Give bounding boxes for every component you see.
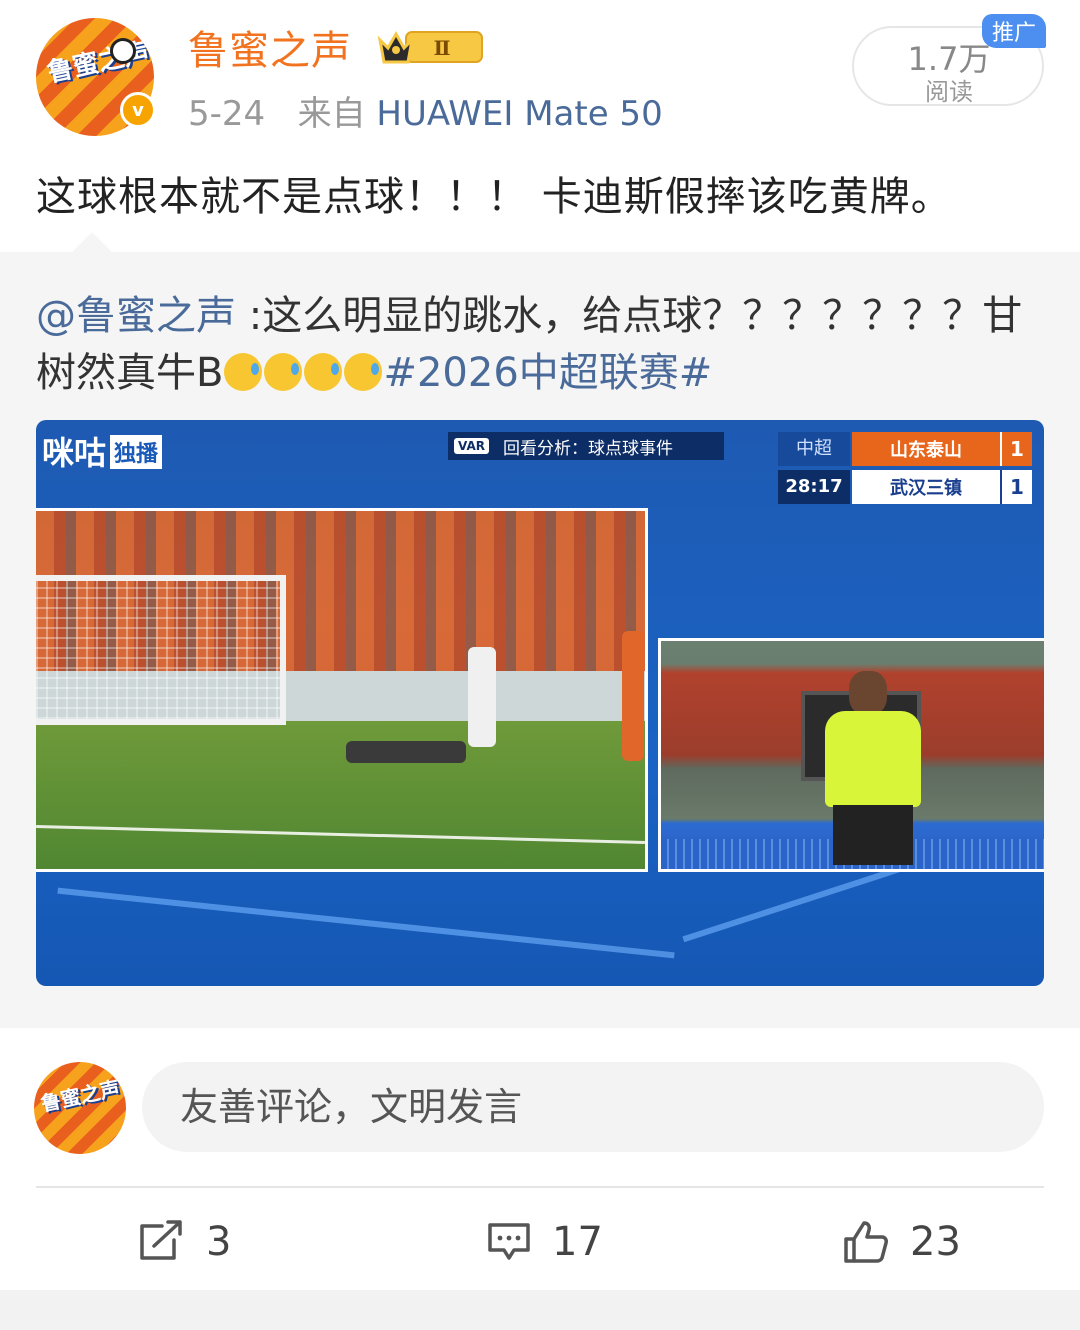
match-clock: 28:17	[778, 470, 850, 504]
like-button[interactable]: 23	[842, 1214, 961, 1270]
post-text: 这球根本就不是点球！！！ 卡迪斯假摔该吃黄牌。	[36, 174, 952, 220]
away-team-row: 武汉三镇 1	[852, 470, 1032, 504]
home-team-name: 山东泰山	[852, 432, 1000, 466]
repost-mention[interactable]: @鲁蜜之声	[36, 293, 236, 339]
player-white	[468, 647, 496, 747]
post-date: 5-24	[188, 94, 266, 134]
like-count: 23	[910, 1219, 961, 1265]
reposted-content[interactable]: @鲁蜜之声 :这么明显的跳水，给点球？？？？？？？甘树然真牛B #2026中超联赛…	[0, 232, 1080, 1028]
player-goalkeeper	[346, 741, 466, 763]
video-thumbnail[interactable]: 咪咕 独播 VAR 回看分析：球点球事件 中超 28:17 山东泰山 1 武汉三镇…	[36, 420, 1044, 986]
football-icon	[110, 38, 136, 64]
var-text: 回看分析：球点球事件	[503, 438, 673, 459]
comment-count: 17	[552, 1219, 603, 1265]
home-team-row: 山东泰山 1	[852, 432, 1032, 466]
divider	[36, 1186, 1044, 1188]
away-score: 1	[1000, 470, 1032, 504]
read-label: 阅读	[925, 78, 973, 106]
sweat-smile-emoji-icon	[264, 353, 303, 391]
brand-tag: 独播	[110, 435, 163, 469]
repost-button[interactable]: 3	[136, 1214, 231, 1270]
var-banner: VAR 回看分析：球点球事件	[448, 432, 724, 460]
repost-hashtag[interactable]: #2026中超联赛#	[383, 350, 712, 396]
my-avatar[interactable]: 鲁蜜之声	[34, 1062, 126, 1154]
repost-text: @鲁蜜之声 :这么明显的跳水，给点球？？？？？？？甘树然真牛B #2026中超联赛…	[36, 288, 1046, 402]
decor-swoosh	[57, 887, 675, 959]
weibo-post-card: 鲁蜜之声 v 鲁蜜之声 Ⅱ 5-24 来自 HUAWEI Mate 50 1.7…	[0, 0, 1080, 1290]
comment-input[interactable]	[142, 1062, 1044, 1152]
goal-net	[36, 575, 286, 725]
sweat-smile-emoji-icon	[344, 353, 383, 391]
repost-count: 3	[206, 1219, 232, 1265]
player-orange	[622, 631, 644, 761]
repost-notch	[72, 232, 112, 272]
sweat-smile-emoji-icon	[304, 353, 343, 391]
my-avatar-text: 鲁蜜之声	[38, 1075, 122, 1117]
share-icon	[140, 1220, 182, 1260]
comment-icon	[488, 1223, 530, 1260]
referee	[811, 671, 921, 869]
verified-badge-icon: v	[120, 92, 156, 128]
thumbs-up-icon	[844, 1221, 888, 1263]
author-name[interactable]: 鲁蜜之声	[188, 18, 352, 76]
league-logo: 中超	[778, 432, 850, 466]
grass	[36, 721, 645, 869]
broadcaster-logo: 咪咕 独播	[42, 428, 163, 474]
var-badge: VAR	[454, 438, 489, 454]
pitch-replay-frame	[36, 508, 648, 872]
source-prefix: 来自	[297, 94, 366, 134]
level-badge-text: Ⅱ	[434, 36, 451, 60]
away-team-name: 武汉三镇	[852, 470, 1000, 504]
vip-crown-icon[interactable]: Ⅱ	[376, 26, 486, 66]
promo-tag[interactable]: 推广	[982, 14, 1046, 48]
scoreboard: 中超 28:17 山东泰山 1 武汉三镇 1	[778, 432, 1032, 506]
brand-name: 咪咕	[42, 434, 107, 472]
avatar-logo-text: 鲁蜜之声	[44, 37, 153, 89]
source-device[interactable]: HUAWEI Mate 50	[376, 94, 662, 134]
sweat-smile-emoji-icon	[224, 353, 263, 391]
comment-button[interactable]: 17	[486, 1214, 603, 1270]
referee-monitor-frame	[658, 638, 1044, 872]
post-meta: 5-24 来自 HUAWEI Mate 50	[188, 86, 663, 135]
home-score: 1	[1000, 432, 1032, 466]
